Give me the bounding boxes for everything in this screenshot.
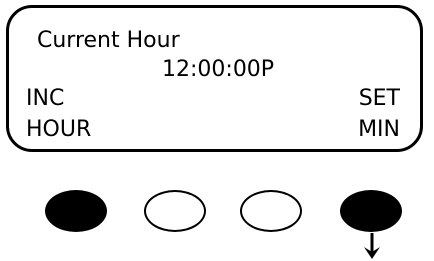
down-arrow-icon [364, 233, 380, 259]
softkey-2-button[interactable] [144, 190, 206, 232]
softkey-row [0, 0, 434, 261]
softkey-3-button[interactable] [240, 190, 302, 232]
softkey-4-set-min-button[interactable] [340, 190, 402, 232]
softkey-1-inc-hour-button[interactable] [45, 190, 107, 232]
